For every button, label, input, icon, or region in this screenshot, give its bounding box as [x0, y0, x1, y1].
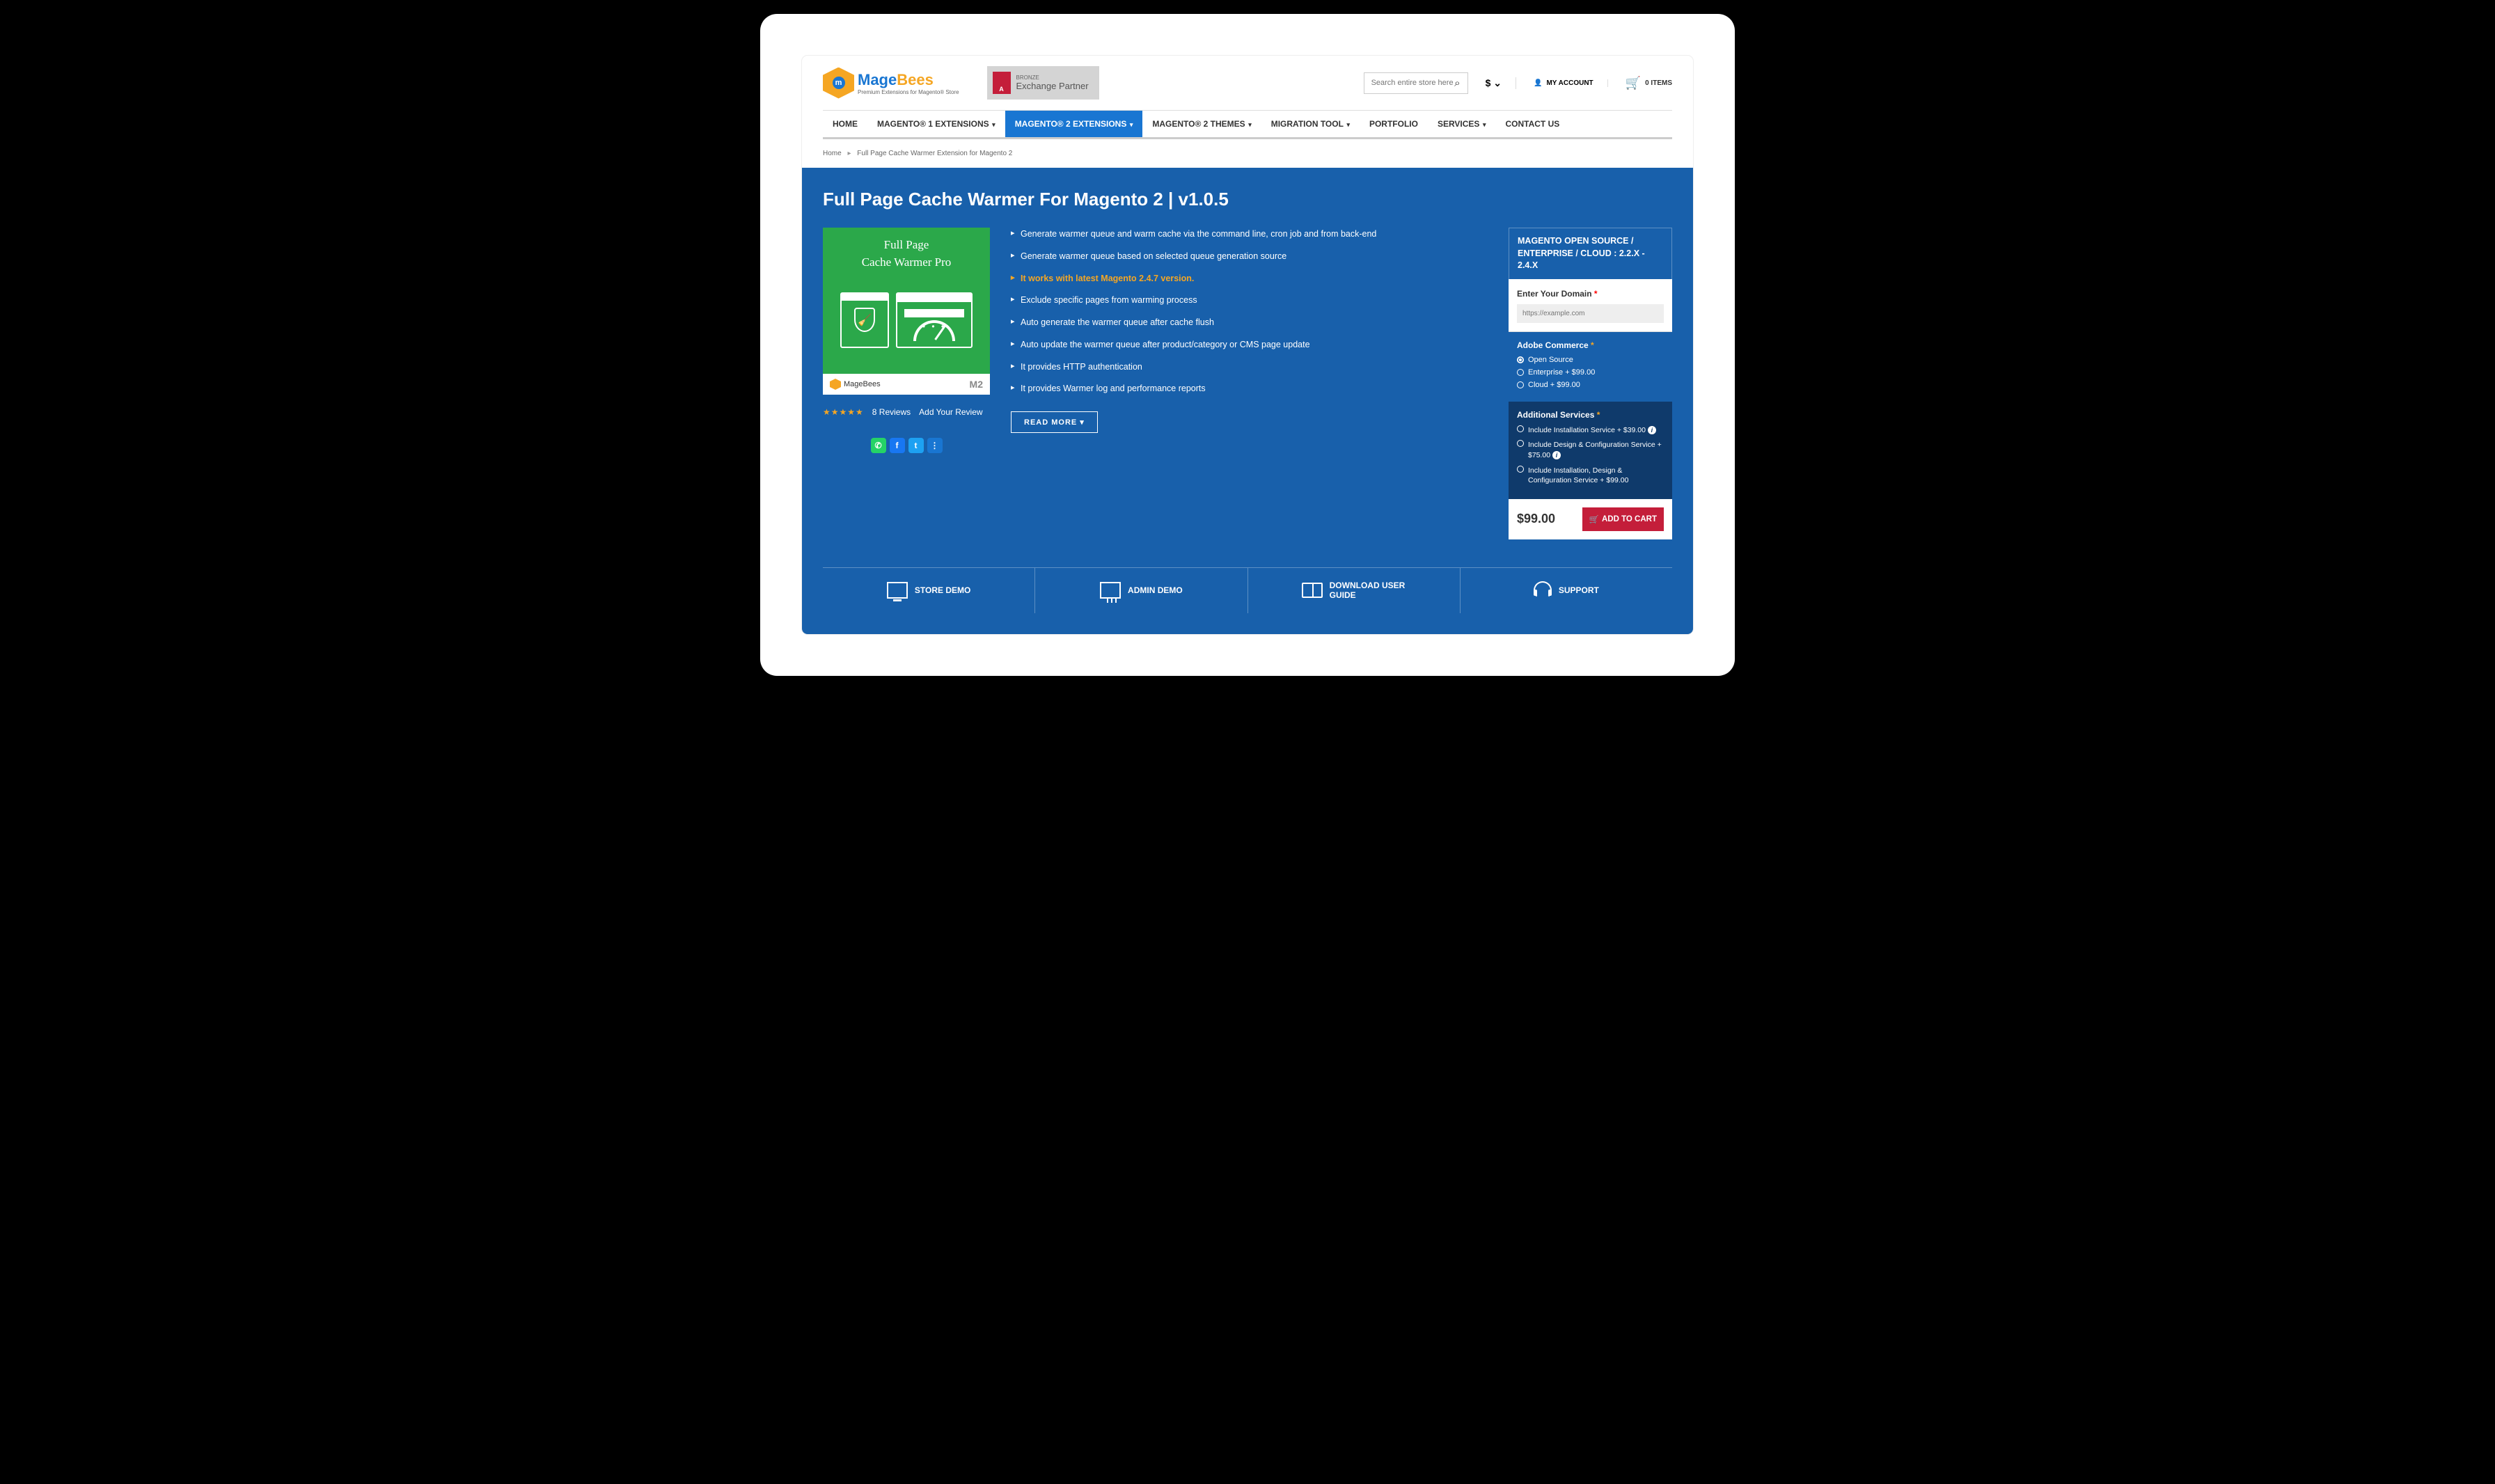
main-nav: HOME MAGENTO® 1 EXTENSIONS ▾ MAGENTO® 2 …	[823, 110, 1672, 139]
radio-full-service[interactable]: Include Installation, Design & Configura…	[1517, 466, 1664, 486]
product-image: Full Page Cache Warmer Pro 🧹 • • • MageB…	[823, 228, 990, 395]
nav-m2-themes[interactable]: MAGENTO® 2 THEMES ▾	[1142, 111, 1261, 137]
info-icon[interactable]: i	[1648, 426, 1656, 434]
radio-icon	[1517, 381, 1524, 388]
partner-tier: BRONZE	[1016, 74, 1089, 81]
radio-cloud[interactable]: Cloud + $99.00	[1517, 381, 1664, 389]
breadcrumb-home[interactable]: Home	[823, 150, 842, 157]
chevron-right-icon: ▸	[847, 150, 851, 157]
user-icon: 👤	[1534, 79, 1542, 87]
partner-badge: A BRONZE Exchange Partner	[987, 66, 1099, 100]
search-icon[interactable]: ⌕	[1454, 77, 1460, 89]
support-button[interactable]: SUPPORT	[1461, 568, 1672, 613]
services-title: Additional Services *	[1517, 410, 1664, 420]
logo-icon	[823, 68, 854, 99]
cart-icon: 🛒	[1626, 76, 1641, 90]
nav-m1-extensions[interactable]: MAGENTO® 1 EXTENSIONS ▾	[867, 111, 1005, 137]
commerce-title: Adobe Commerce *	[1517, 340, 1664, 350]
radio-icon	[1517, 356, 1524, 363]
chevron-down-icon: ▾	[1481, 121, 1486, 128]
feature-item: It provides HTTP authentication	[1011, 361, 1488, 374]
feature-item: Generate warmer queue based on selected …	[1011, 250, 1488, 263]
price: $99.00	[1517, 512, 1555, 526]
feature-item: Generate warmer queue and warm cache via…	[1011, 228, 1488, 241]
chevron-down-icon: ⌄	[1493, 77, 1502, 88]
radio-icon	[1517, 440, 1524, 447]
domain-input[interactable]	[1517, 304, 1664, 323]
store-demo-button[interactable]: STORE DEMO	[823, 568, 1035, 613]
header: MageBees Premium Extensions for Magento®…	[823, 56, 1672, 110]
nav-services[interactable]: SERVICES ▾	[1428, 111, 1496, 137]
account-label: MY ACCOUNT	[1546, 79, 1593, 87]
cart-link[interactable]: 🛒 0 ITEMS	[1626, 76, 1672, 90]
radio-install-service[interactable]: Include Installation Service + $39.00 i	[1517, 425, 1664, 436]
radio-icon	[1517, 369, 1524, 376]
reviews-count[interactable]: 8 Reviews	[872, 407, 911, 417]
radio-design-service[interactable]: Include Design & Configuration Service +…	[1517, 440, 1664, 460]
partner-label: Exchange Partner	[1016, 81, 1089, 91]
breadcrumb-current: Full Page Cache Warmer Extension for Mag…	[857, 150, 1012, 157]
gauge-icon	[913, 320, 955, 341]
cart-count: 0 ITEMS	[1645, 79, 1672, 87]
logo-tagline: Premium Extensions for Magento® Store	[858, 89, 959, 95]
nav-contact[interactable]: CONTACT US	[1495, 111, 1569, 137]
info-icon[interactable]: i	[1552, 451, 1561, 459]
search-input[interactable]	[1371, 79, 1455, 87]
monitor-icon	[887, 582, 908, 599]
feature-item: Auto generate the warmer queue after cac…	[1011, 316, 1488, 329]
my-account-link[interactable]: 👤 MY ACCOUNT	[1534, 79, 1608, 87]
radio-icon	[1517, 425, 1524, 432]
book-icon	[1302, 583, 1323, 598]
feature-item-highlight: It works with latest Magento 2.4.7 versi…	[1011, 272, 1488, 285]
download-guide-button[interactable]: DOWNLOAD USER GUIDE	[1248, 568, 1461, 613]
twitter-icon[interactable]: t	[908, 438, 924, 453]
logo-text-mage: Mage	[858, 71, 897, 88]
nav-portfolio[interactable]: PORTFOLIO	[1360, 111, 1428, 137]
chevron-down-icon: ▾	[1128, 121, 1133, 128]
read-more-button[interactable]: READ MORE ▾	[1011, 411, 1098, 433]
cart-icon: 🛒	[1589, 514, 1599, 524]
logo-text-bees: Bees	[897, 71, 934, 88]
feature-item: Auto update the warmer queue after produ…	[1011, 338, 1488, 352]
purchase-box: MAGENTO OPEN SOURCE / ENTERPRISE / CLOUD…	[1509, 228, 1672, 539]
breadcrumb: Home ▸ Full Page Cache Warmer Extension …	[802, 139, 1693, 168]
presentation-icon	[1100, 582, 1121, 599]
admin-demo-button[interactable]: ADMIN DEMO	[1035, 568, 1248, 613]
chevron-down-icon: ▾	[1247, 121, 1252, 128]
window-icon: 🧹	[840, 292, 889, 348]
feature-item: Exclude specific pages from warming proc…	[1011, 294, 1488, 307]
chevron-down-icon: ▾	[1345, 121, 1350, 128]
radio-open-source[interactable]: Open Source	[1517, 356, 1664, 364]
nav-migration[interactable]: MIGRATION TOOL ▾	[1261, 111, 1360, 137]
whatsapp-icon[interactable]: ✆	[871, 438, 886, 453]
feature-list: Generate warmer queue and warm cache via…	[1011, 228, 1488, 395]
radio-enterprise[interactable]: Enterprise + $99.00	[1517, 368, 1664, 377]
add-review-link[interactable]: Add Your Review	[919, 407, 982, 417]
purchase-header: MAGENTO OPEN SOURCE / ENTERPRISE / CLOUD…	[1509, 228, 1672, 279]
adobe-icon: A	[993, 72, 1011, 94]
product-img-title1: Full Page	[823, 228, 990, 255]
feature-item: It provides Warmer log and performance r…	[1011, 382, 1488, 395]
magebees-icon	[830, 379, 841, 390]
browser-icon: • • •	[896, 292, 973, 348]
facebook-icon[interactable]: f	[890, 438, 905, 453]
logo[interactable]: MageBees Premium Extensions for Magento®…	[823, 68, 959, 99]
m2-badge: M2	[970, 379, 983, 390]
radio-icon	[1517, 466, 1524, 473]
currency-selector[interactable]: $ ⌄	[1486, 77, 1516, 89]
chevron-down-icon: ▾	[991, 121, 995, 128]
add-to-cart-button[interactable]: 🛒ADD TO CART	[1582, 507, 1664, 531]
domain-label: Enter Your Domain *	[1517, 289, 1598, 299]
search-box[interactable]: ⌕	[1364, 72, 1468, 94]
product-img-title2: Cache Warmer Pro	[823, 255, 990, 269]
share-icon[interactable]: ⋮	[927, 438, 943, 453]
page-title: Full Page Cache Warmer For Magento 2 | v…	[823, 189, 1672, 210]
headset-icon	[1534, 581, 1552, 599]
shield-icon: 🧹	[854, 308, 875, 332]
star-rating: ★★★★★	[823, 407, 864, 417]
nav-m2-extensions[interactable]: MAGENTO® 2 EXTENSIONS ▾	[1005, 111, 1143, 137]
nav-home[interactable]: HOME	[823, 111, 867, 137]
product-img-brand: MageBees	[844, 380, 881, 388]
